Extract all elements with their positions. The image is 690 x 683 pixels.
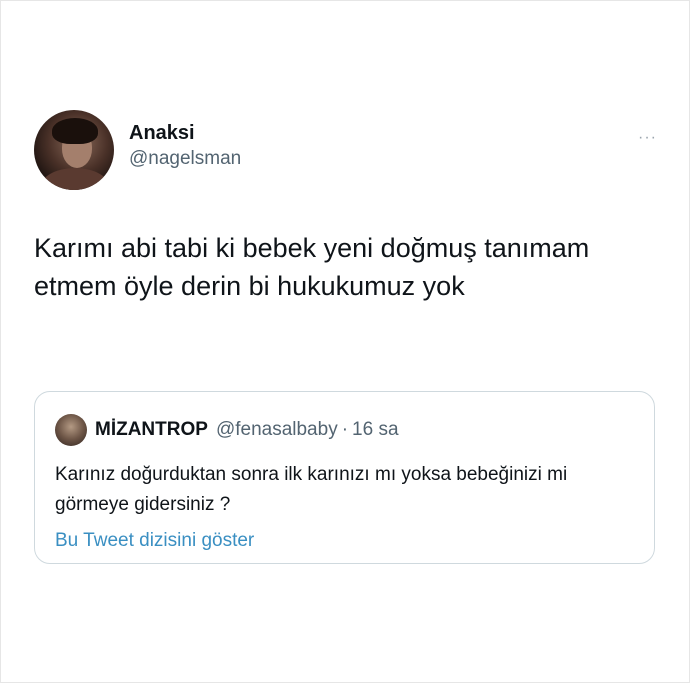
quoted-timestamp[interactable]: 16 sa (352, 419, 398, 441)
screenshot-frame: Anaksi @nagelsman ··· Karımı abi tabi ki… (0, 0, 690, 683)
tweet-text: Karımı abi tabi ki bebek yeni doğmuş tan… (34, 233, 590, 301)
author-info: Anaksi @nagelsman (129, 120, 241, 172)
show-thread-link[interactable]: Bu Tweet dizisini göster (55, 528, 634, 554)
more-dots-icon[interactable]: ··· (638, 129, 657, 147)
tweet: Anaksi @nagelsman ··· Karımı abi tabi ki… (34, 109, 659, 305)
quoted-display-name[interactable]: MİZANTROP (95, 419, 208, 441)
avatar-shoulder (40, 168, 110, 190)
avatar-hair (52, 118, 98, 144)
quoted-tweet-header: MİZANTROP @fenasalbaby · 16 sa (55, 412, 634, 448)
quoted-tweet-text: Karınız doğurduktan sonra ilk karınızı m… (55, 464, 568, 515)
username-handle[interactable]: @nagelsman (129, 146, 241, 172)
quoted-username-handle[interactable]: @fenasalbaby (216, 419, 338, 441)
tweet-header: Anaksi @nagelsman ··· (34, 109, 659, 191)
display-name[interactable]: Anaksi (129, 120, 241, 146)
quoted-avatar[interactable] (55, 414, 87, 446)
separator-dot: · (341, 419, 349, 440)
quoted-tweet[interactable]: MİZANTROP @fenasalbaby · 16 sa Karınız d… (34, 391, 655, 564)
avatar[interactable] (34, 110, 114, 190)
